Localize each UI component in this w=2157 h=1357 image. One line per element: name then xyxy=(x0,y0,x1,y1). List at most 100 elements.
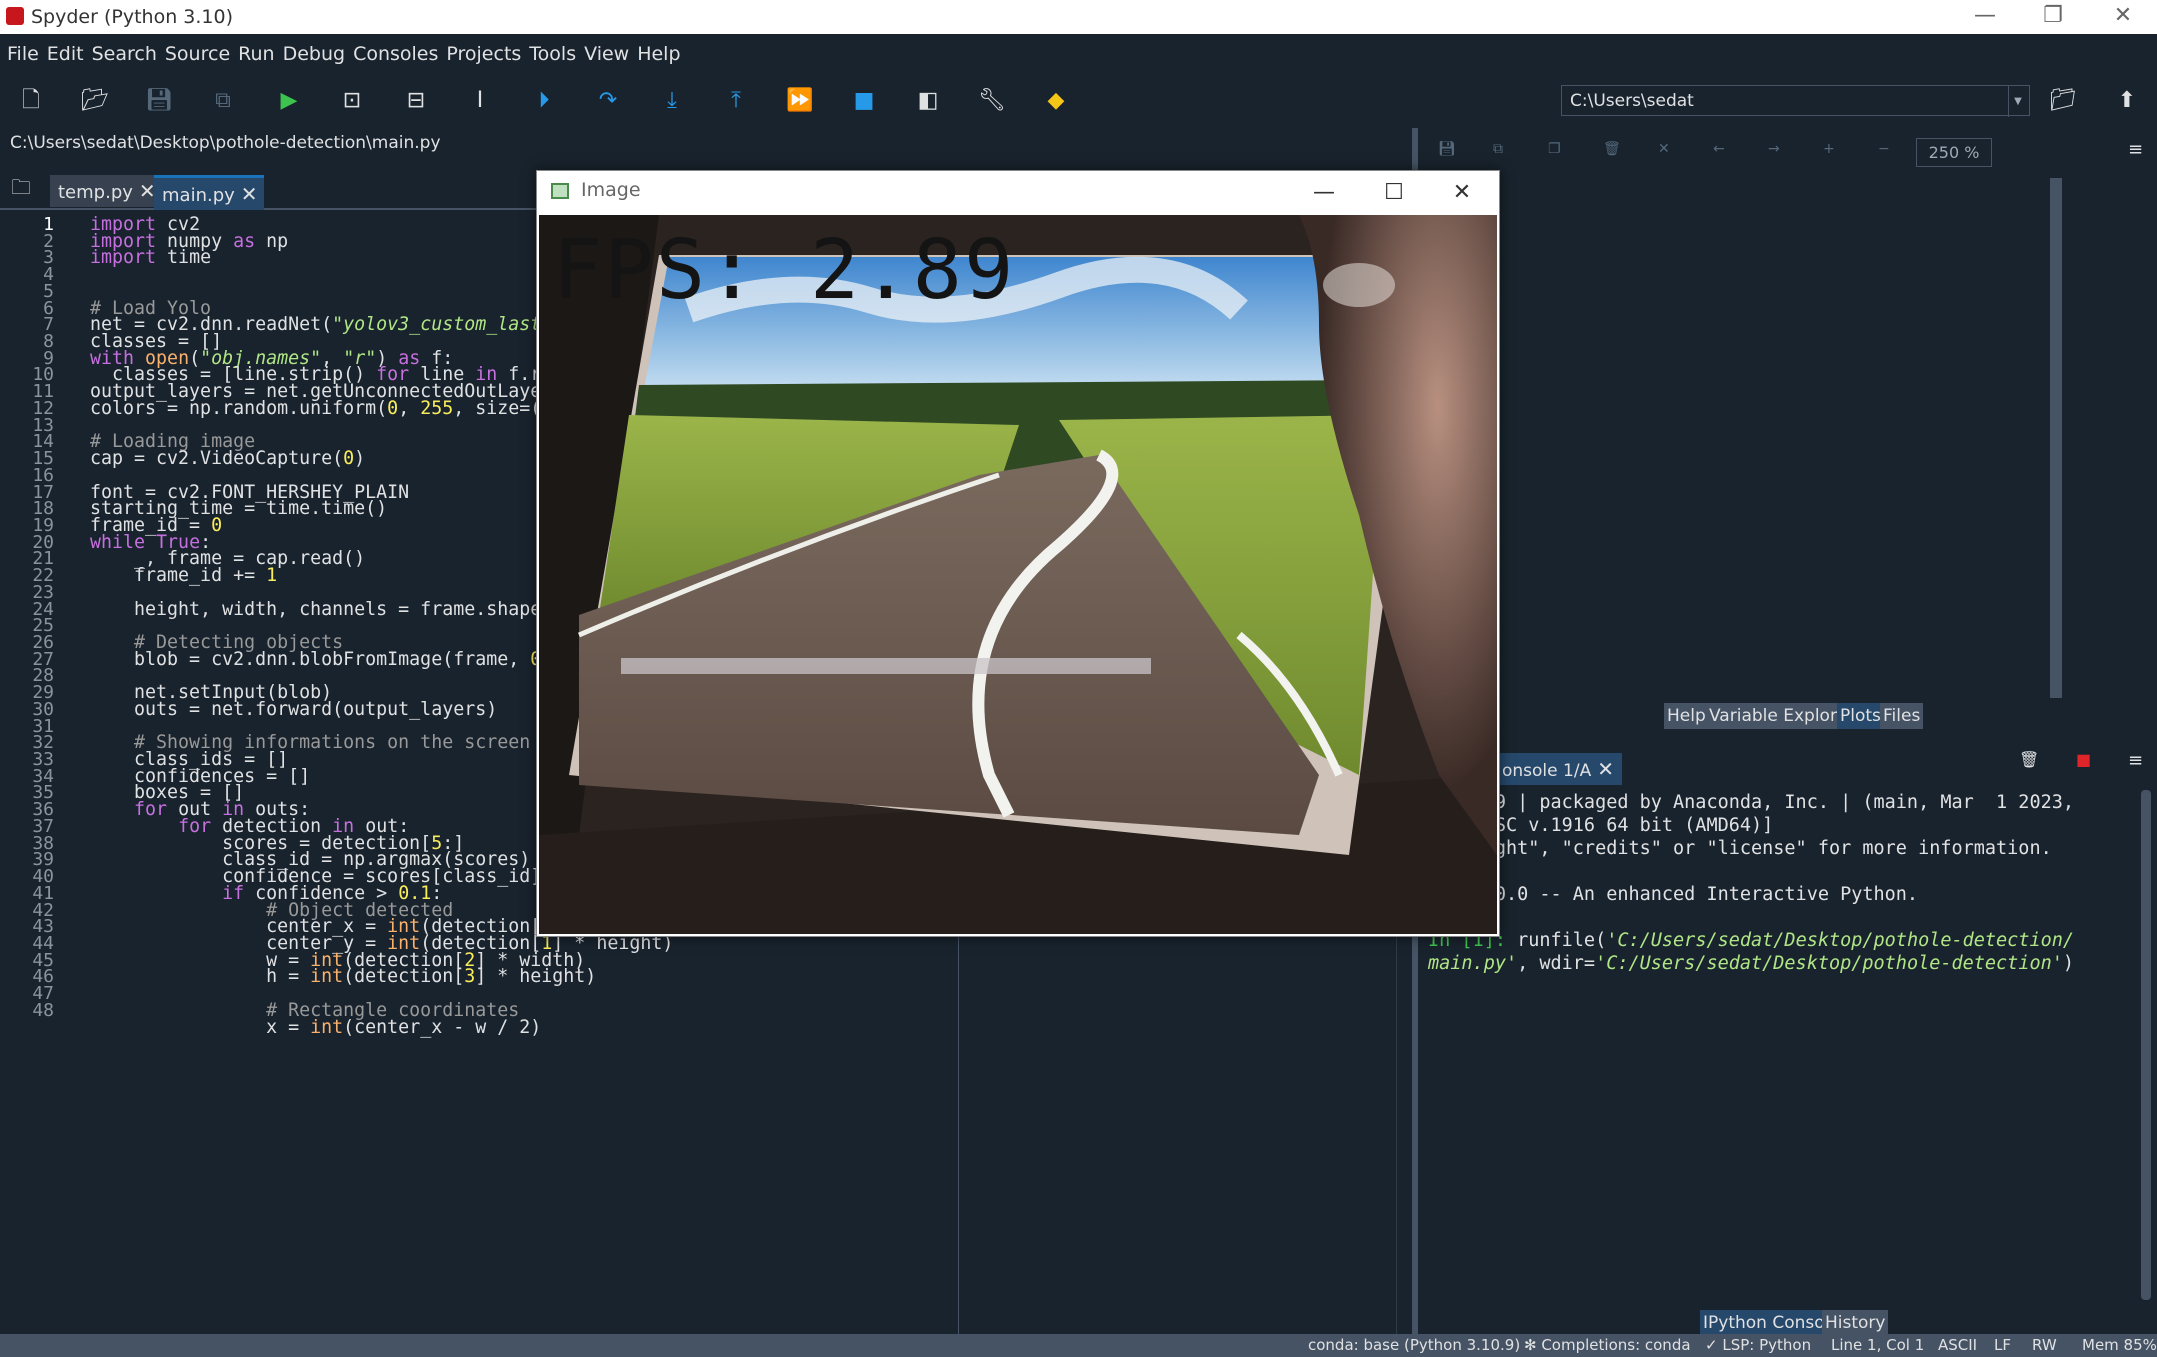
tab-help[interactable]: Help xyxy=(1664,703,1709,729)
status-encoding: ASCII xyxy=(1938,1336,1978,1354)
code-token: frame_id += xyxy=(90,565,267,587)
zoom-in-icon[interactable]: + xyxy=(1823,141,1835,157)
delete-all-plots-icon[interactable]: ✕ xyxy=(1658,141,1670,157)
menu-bar: File Edit Search Source Run Debug Consoles Proj… xyxy=(0,34,2157,74)
preferences-wrench-icon[interactable]: 🔧︎ xyxy=(977,86,1007,116)
debug-icon[interactable]: ⏵ xyxy=(529,86,559,116)
code-line[interactable]: h = int(detection[3] * height) xyxy=(90,966,596,987)
restore-button[interactable]: ❐ xyxy=(2019,0,2087,34)
code-token: 0 xyxy=(343,448,355,470)
menu-help[interactable]: Help xyxy=(633,34,684,74)
menu-run[interactable]: Run xyxy=(234,34,278,74)
console-scrollbar[interactable] xyxy=(2141,790,2151,1300)
step-over-icon[interactable]: ↷ xyxy=(593,86,623,116)
delete-plot-icon[interactable]: 🗑︎ xyxy=(1603,141,1621,157)
menu-source[interactable]: Source xyxy=(161,34,234,74)
menu-consoles[interactable]: Consoles xyxy=(349,34,442,74)
save-all-plots-icon[interactable]: ⧉ xyxy=(1493,141,1503,157)
console-tab-label: onsole 1/A xyxy=(1502,761,1592,781)
tab-history[interactable]: History xyxy=(1822,1310,1889,1336)
copy-plot-icon[interactable]: ❐ xyxy=(1548,141,1561,157)
code-token: np xyxy=(255,230,289,252)
menu-projects[interactable]: Projects xyxy=(442,34,525,74)
menu-search[interactable]: Search xyxy=(88,34,161,74)
save-icon[interactable]: 💾︎ xyxy=(144,86,174,116)
window-title-bar: Spyder (Python 3.10) — ❐ ✕ xyxy=(0,0,2157,34)
console-token: main.py' xyxy=(1428,953,1518,974)
run-cell-icon[interactable]: ⊡ xyxy=(337,86,367,116)
console-output[interactable]: 3.10.9 | packaged by Anaconda, Inc. | (m… xyxy=(1428,792,2138,1292)
save-plot-icon[interactable]: 💾︎ xyxy=(1438,141,1456,157)
console-options-icon[interactable]: ≡ xyxy=(2128,750,2143,771)
console-tab[interactable]: onsole 1/A ✕ xyxy=(1494,753,1622,785)
code-line[interactable]: frame_id += 1 xyxy=(90,565,277,586)
tab-main-py[interactable]: main.py ✕ xyxy=(154,175,264,210)
new-file-icon[interactable]: 🗋 xyxy=(16,86,46,116)
menu-view[interactable]: View xyxy=(580,34,633,74)
python-path-icon[interactable]: ◆ xyxy=(1041,86,1071,116)
zoom-out-icon[interactable]: − xyxy=(1878,141,1890,157)
fps-overlay-text: FPS: 2.89 xyxy=(553,223,1016,318)
code-token: cap = cv2.VideoCapture( xyxy=(90,448,344,470)
line-number[interactable]: 48 xyxy=(0,1000,54,1021)
step-return-icon[interactable]: ⤒ xyxy=(721,86,751,116)
tab-plots[interactable]: Plots xyxy=(1837,703,1884,729)
line-number-gutter: 1 2 3 4 5 6 7 8 9 10 11 12 13 14 15 16 17 18 19 20 21 22 23 24 2… xyxy=(0,212,85,1334)
next-plot-icon[interactable]: → xyxy=(1768,141,1780,157)
code-line[interactable]: import time xyxy=(90,247,211,268)
close-button[interactable]: ✕ xyxy=(2089,0,2157,34)
spyder-logo-icon xyxy=(6,7,24,25)
close-tab-icon[interactable]: ✕ xyxy=(241,182,258,206)
status-rw: RW xyxy=(2032,1336,2057,1354)
image-maximize-button[interactable]: ☐ xyxy=(1359,171,1429,215)
step-into-icon[interactable]: ⤓ xyxy=(657,86,687,116)
previous-plot-icon[interactable]: ← xyxy=(1713,141,1725,157)
continue-icon[interactable]: ⏩ xyxy=(785,86,815,116)
menu-file[interactable]: File xyxy=(0,34,43,74)
status-cursor-position: Line 1, Col 1 xyxy=(1831,1336,1925,1354)
code-token: outs = net.forward(output_layers) xyxy=(90,698,498,720)
console-line: n 8.10.0 -- An enhanced Interactive Pyth… xyxy=(1428,884,2138,907)
code-line[interactable]: x = int(center_x - w / 2) xyxy=(90,1017,541,1038)
code-token: , size=( xyxy=(453,397,542,419)
run-selection-icon[interactable]: I xyxy=(465,86,495,116)
close-tab-icon[interactable]: ✕ xyxy=(1597,757,1614,781)
plots-scrollbar[interactable] xyxy=(2050,178,2062,698)
image-minimize-button[interactable]: — xyxy=(1289,171,1359,215)
menu-debug[interactable]: Debug xyxy=(279,34,349,74)
browse-tabs-icon[interactable]: 🗀 xyxy=(11,173,31,207)
code-line[interactable]: blob = cv2.dnn.blobFromImage(frame, 0 xyxy=(90,649,541,670)
open-file-icon[interactable]: 📂︎ xyxy=(80,86,110,116)
menu-tools[interactable]: Tools xyxy=(525,34,580,74)
code-line[interactable]: height, width, channels = frame.shape xyxy=(90,599,541,620)
console-line: main.py', wdir='C:/Users/sedat/Desktop/p… xyxy=(1428,953,2138,976)
pane-options-icon[interactable]: ≡ xyxy=(2128,139,2143,160)
console-line: 15) [MSC v.1916 64 bit (AMD64)] xyxy=(1428,815,2138,838)
parent-directory-icon[interactable]: ⬆ xyxy=(2112,86,2142,116)
working-directory-input[interactable]: C:\Users\sedat ▼ xyxy=(1561,85,2030,117)
run-cell-advance-icon[interactable]: ⊟ xyxy=(401,86,431,116)
tab-variable-explorer[interactable]: Variable Explorer xyxy=(1706,703,1858,729)
tab-files[interactable]: Files xyxy=(1880,703,1924,729)
code-line[interactable]: outs = net.forward(output_layers) xyxy=(90,699,497,720)
image-close-button[interactable]: ✕ xyxy=(1427,171,1497,215)
menu-edit[interactable]: Edit xyxy=(43,34,88,74)
minimize-button[interactable]: — xyxy=(1951,0,2019,34)
clear-console-icon[interactable]: 🗑︎ xyxy=(2019,750,2039,769)
code-token: "yolov3_custom_last xyxy=(332,314,542,336)
tab-temp-py[interactable]: temp.py ✕ xyxy=(50,175,162,207)
image-window[interactable]: Image — ☐ ✕ FPS: 2.89 xyxy=(536,170,1500,937)
save-all-icon[interactable]: ⧉ xyxy=(208,86,238,116)
code-line[interactable]: cap = cv2.VideoCapture(0) xyxy=(90,448,365,469)
interrupt-kernel-icon[interactable]: ■ xyxy=(2076,750,2091,769)
code-token: ] * height) xyxy=(475,966,597,988)
run-icon[interactable]: ▶ xyxy=(274,86,304,116)
code-line[interactable]: colors = np.random.uniform(0, 255, size=… xyxy=(90,398,541,419)
browse-directory-icon[interactable]: 📁︎ xyxy=(2048,86,2078,116)
zoom-level[interactable]: 250 % xyxy=(1916,138,1992,167)
chevron-down-icon[interactable]: ▼ xyxy=(2008,86,2027,117)
code-token: , xyxy=(398,397,421,419)
code-token: (detection[ xyxy=(343,966,465,988)
maximize-pane-icon[interactable]: ◧ xyxy=(913,86,943,116)
stop-icon[interactable]: ■ xyxy=(849,86,879,116)
